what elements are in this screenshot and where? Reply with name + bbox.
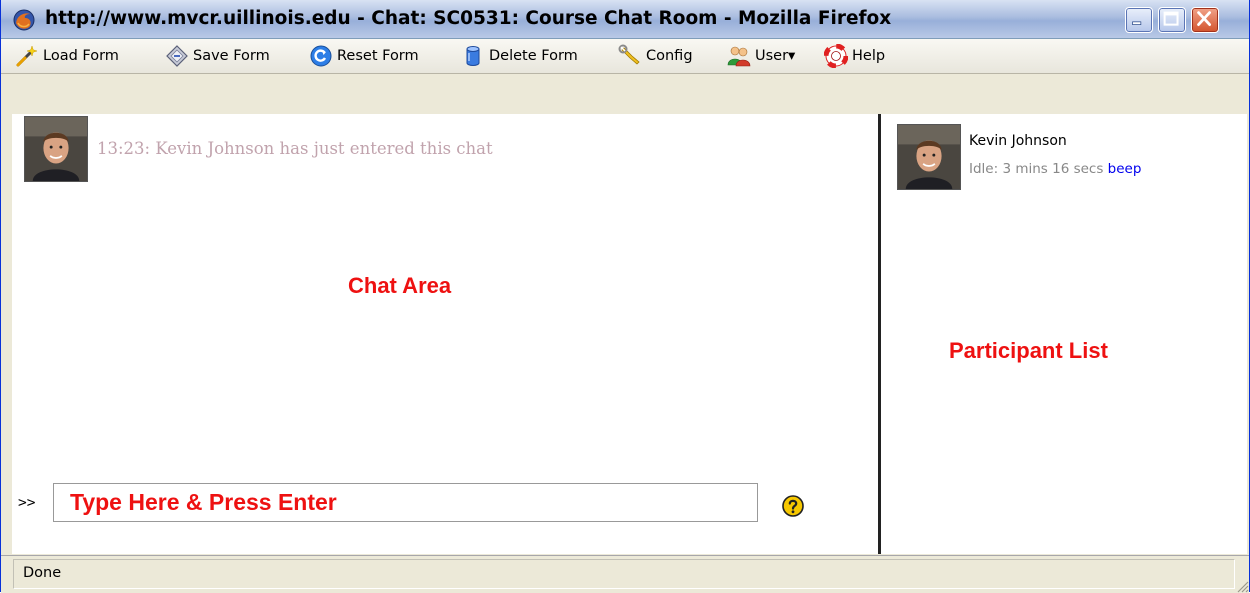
- chat-message-avatar: [24, 116, 88, 182]
- config-button[interactable]: Config: [618, 39, 693, 73]
- person-photo-icon: [898, 125, 960, 189]
- title-bar[interactable]: http://www.mvcr.uillinois.edu - Chat: SC…: [1, 0, 1249, 39]
- load-form-label: Load Form: [43, 48, 119, 64]
- save-form-button[interactable]: Save Form: [165, 39, 270, 73]
- participant-name: Kevin Johnson: [969, 133, 1067, 149]
- status-panel: [13, 559, 1235, 589]
- config-label: Config: [646, 48, 693, 64]
- firefox-icon: [13, 9, 35, 31]
- help-question-icon[interactable]: [782, 495, 804, 517]
- window-title: http://www.mvcr.uillinois.edu - Chat: SC…: [45, 8, 892, 29]
- browser-window: http://www.mvcr.uillinois.edu - Chat: SC…: [0, 0, 1250, 593]
- database-icon: [466, 46, 480, 66]
- beep-link[interactable]: beep: [1108, 161, 1142, 177]
- maximize-button[interactable]: [1158, 7, 1186, 33]
- reset-form-button[interactable]: Reset Form: [309, 39, 419, 73]
- minimize-icon: [1132, 21, 1142, 25]
- delete-form-label: Delete Form: [489, 48, 578, 64]
- load-form-button[interactable]: Load Form: [15, 39, 119, 73]
- save-form-label: Save Form: [193, 48, 270, 64]
- users-icon: [727, 46, 751, 67]
- chat-message-text: 13:23: Kevin Johnson has just entered th…: [97, 139, 493, 158]
- delete-form-button[interactable]: Delete Form: [461, 39, 578, 73]
- participant-idle-status: Idle: 3 mins 16 secs beep: [969, 161, 1141, 177]
- participant-idle-text: Idle: 3 mins 16 secs: [969, 161, 1104, 177]
- user-menu-label: User▾: [755, 48, 796, 64]
- input-prompt: >>: [18, 495, 36, 511]
- status-bar: Done: [1, 555, 1249, 593]
- save-diamond-icon: [166, 45, 188, 67]
- help-label: Help: [852, 48, 886, 64]
- chat-message-input[interactable]: [53, 483, 758, 522]
- close-icon: [1197, 11, 1211, 26]
- help-button[interactable]: Help: [824, 39, 885, 73]
- user-menu-button[interactable]: User▾: [727, 39, 795, 73]
- minimize-button[interactable]: [1125, 7, 1153, 33]
- resize-grip-icon[interactable]: [1235, 579, 1249, 593]
- reset-form-label: Reset Form: [337, 48, 419, 64]
- form-toolbar: Load Form Save Form Reset Form Delete Fo…: [1, 39, 1249, 74]
- close-button[interactable]: [1191, 7, 1219, 33]
- maximize-icon: [1163, 11, 1179, 26]
- participant-avatar: [897, 124, 961, 190]
- person-photo-icon: [25, 117, 87, 181]
- participant-list-annotation: Participant List: [949, 338, 1108, 363]
- status-text: Done: [23, 565, 62, 581]
- magic-wand-icon: [16, 45, 38, 67]
- reset-icon: [310, 45, 332, 67]
- chat-area-annotation: Chat Area: [348, 273, 452, 298]
- lifebuoy-icon: [824, 44, 848, 68]
- wrench-icon: [618, 44, 640, 65]
